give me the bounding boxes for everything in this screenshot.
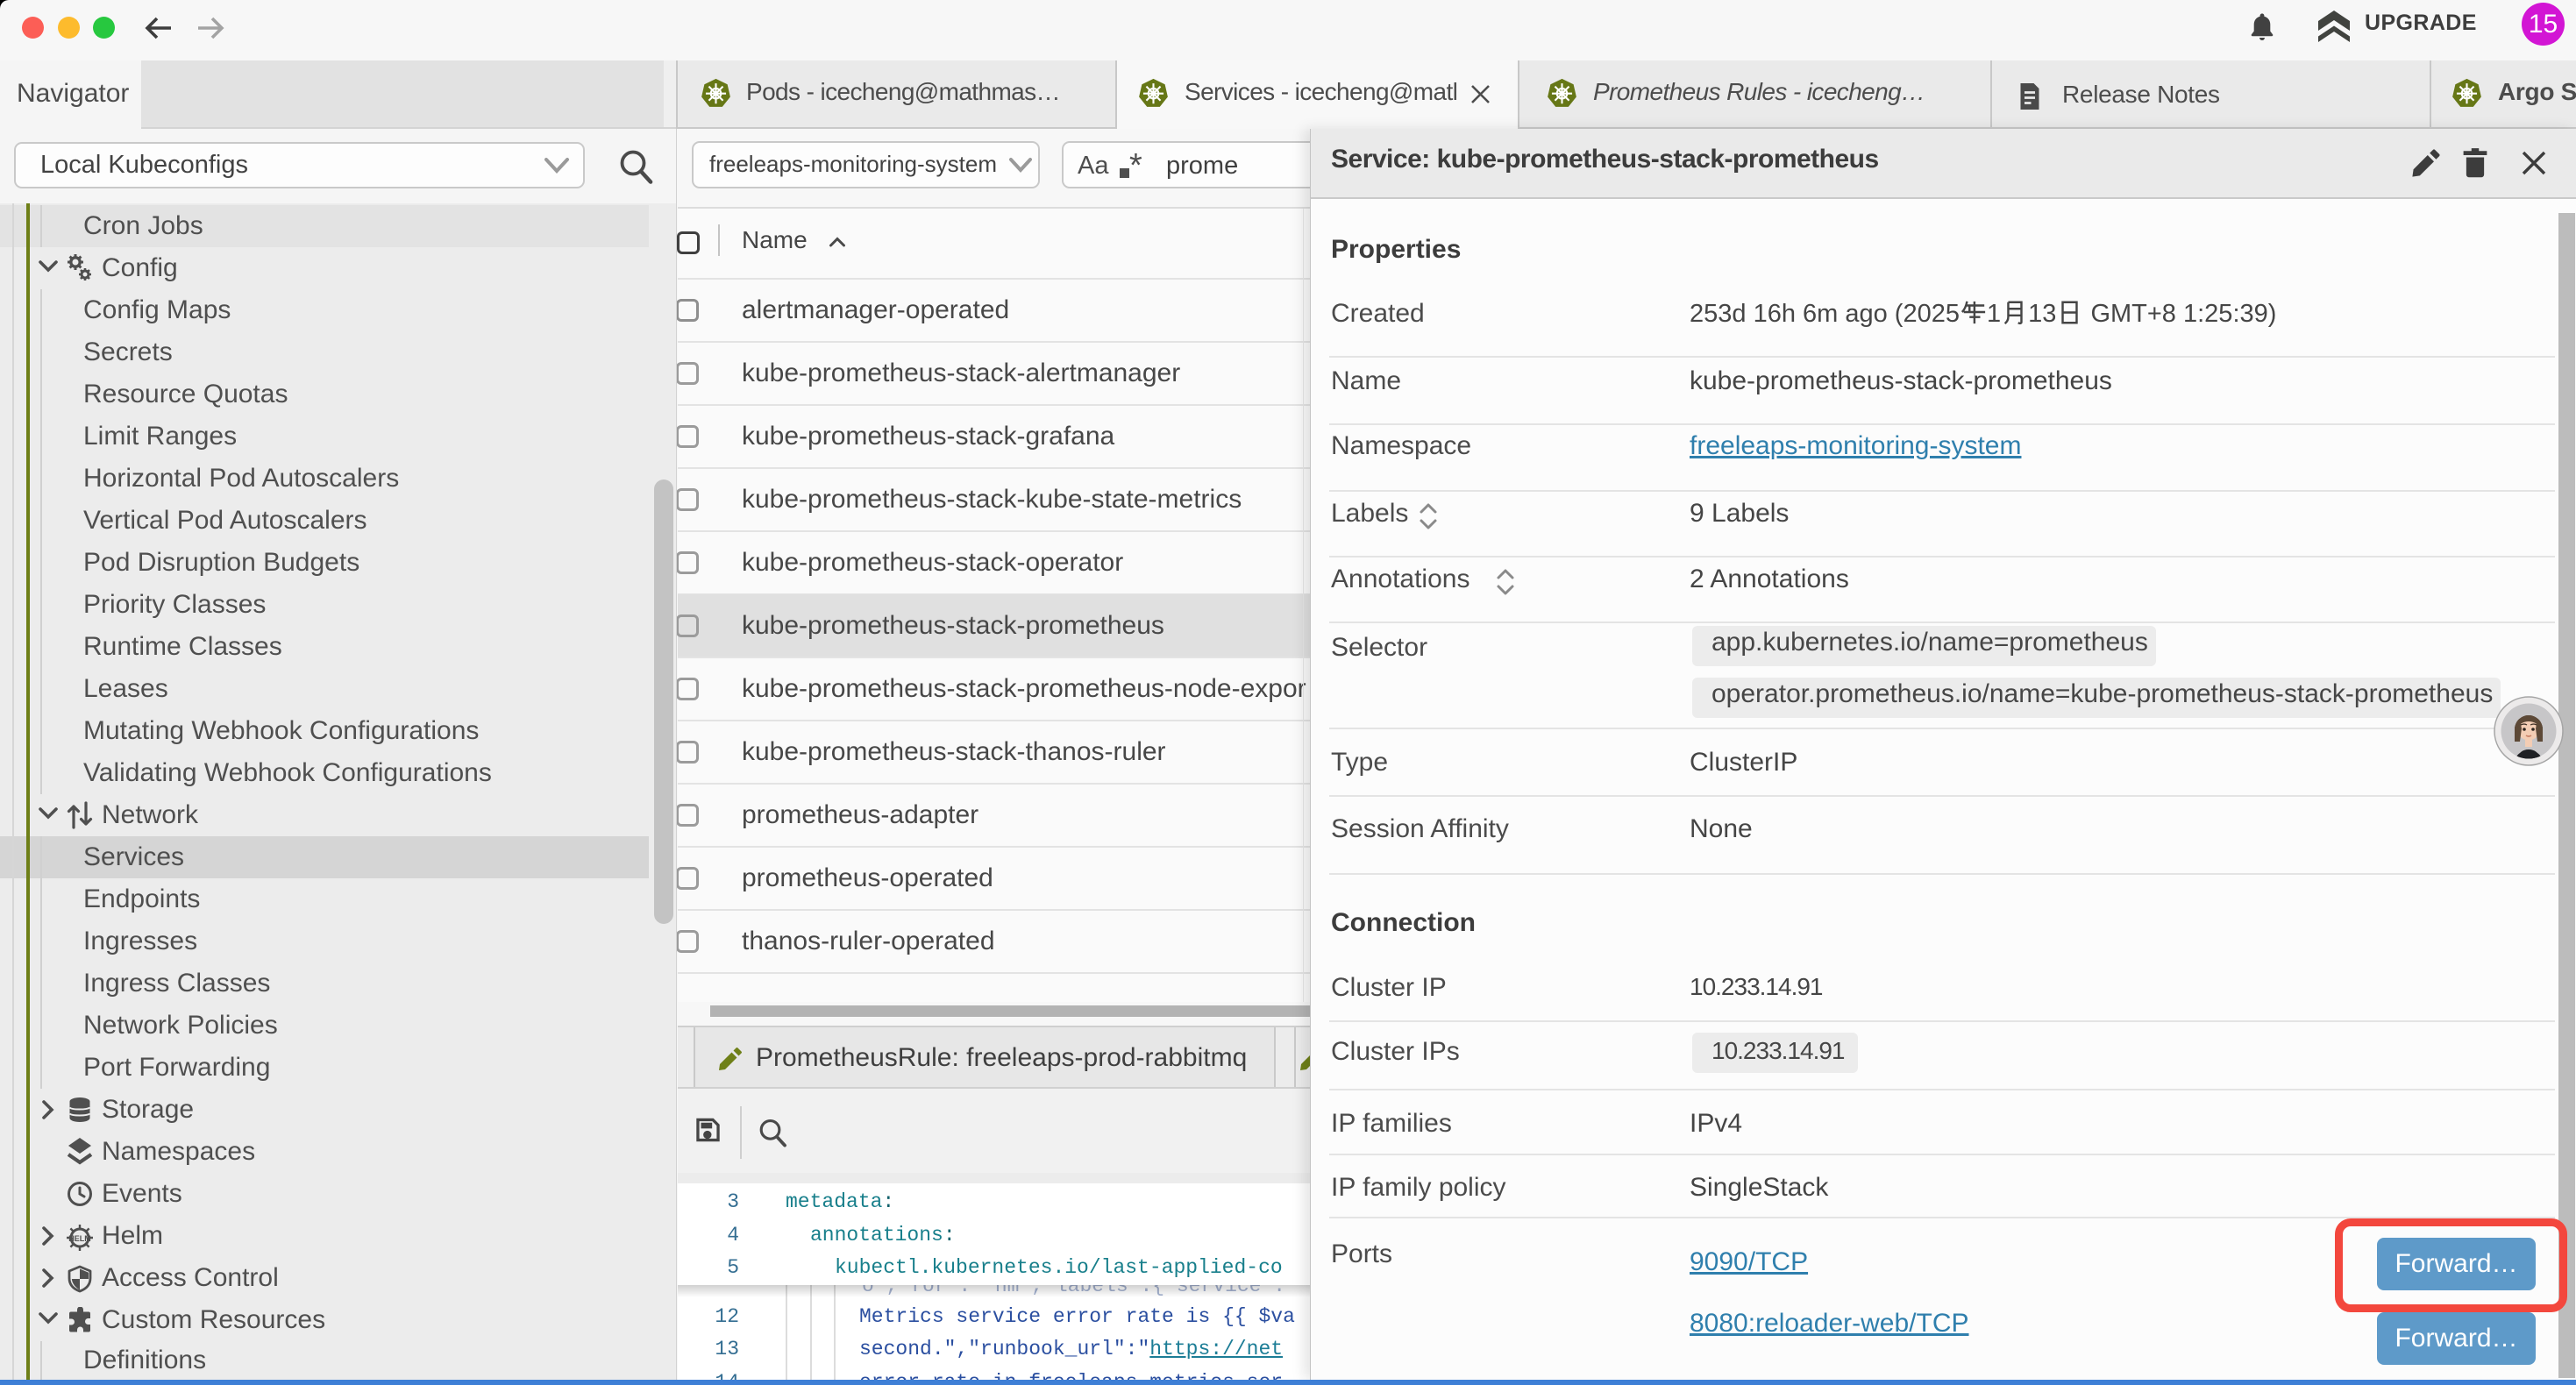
svg-text:HELM: HELM <box>68 1234 91 1243</box>
